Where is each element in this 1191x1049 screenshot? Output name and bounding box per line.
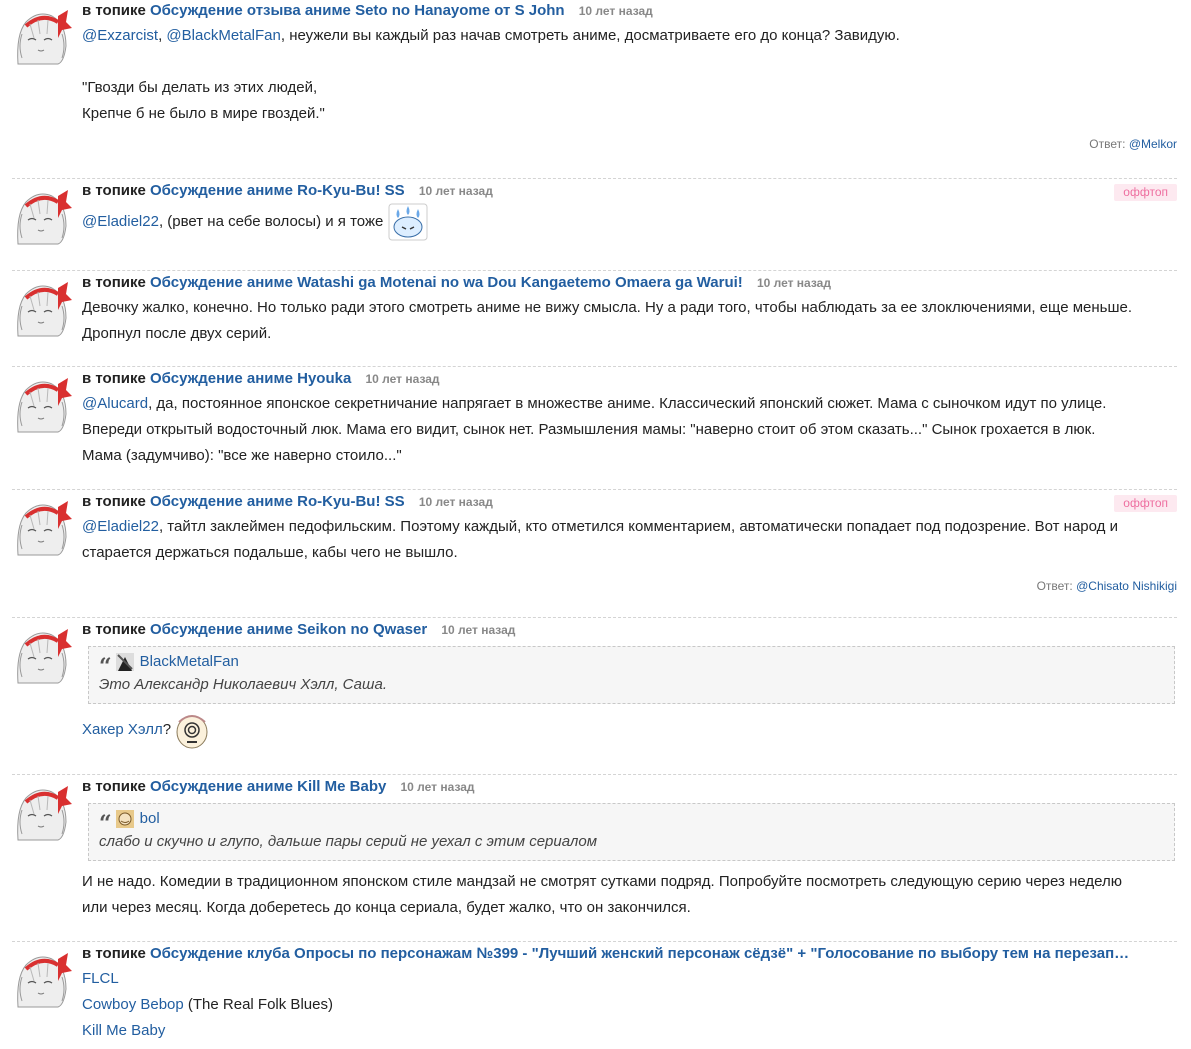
user-avatar[interactable] bbox=[12, 4, 74, 66]
comment-header: в топике Обсуждение аниме Hyouka 10 лет … bbox=[82, 370, 440, 387]
reply-to: Ответ: @Melkor bbox=[1089, 137, 1177, 151]
comment-text: @Exzarcist, @BlackMetalFan, неужели вы к… bbox=[82, 23, 1171, 127]
mention-link[interactable]: @Eladiel22 bbox=[82, 518, 159, 535]
reply-to: Ответ: @Chisato Nishikigi bbox=[1036, 579, 1177, 593]
comment-text: FLCL Cowboy Bebop (The Real Folk Blues) … bbox=[82, 970, 333, 1039]
user-avatar[interactable] bbox=[12, 947, 74, 1009]
crying-emoji-icon bbox=[388, 203, 427, 241]
comment-time: 10 лет назад bbox=[756, 276, 831, 290]
comment-time: 10 лет назад bbox=[365, 372, 440, 386]
comment-time: 10 лет назад bbox=[578, 4, 653, 18]
comment-time: 10 лет назад bbox=[441, 623, 516, 637]
topic-link[interactable]: Обсуждение отзыва аниме Seto no Hanayome… bbox=[150, 2, 565, 19]
comment-header: в топике Обсуждение аниме Ro-Kyu-Bu! SS … bbox=[82, 182, 493, 199]
topic-link[interactable]: Обсуждение аниме Seikon no Qwaser bbox=[150, 621, 427, 638]
quote-user-link[interactable]: bol bbox=[140, 808, 160, 830]
quote-mark-icon: “ bbox=[99, 811, 112, 837]
quote-text: слабо и скучно и глупо, дальше пары сери… bbox=[99, 833, 597, 850]
comment-text: И не надо. Комедии в традиционном японск… bbox=[82, 873, 1122, 916]
comment-time: 10 лет назад bbox=[400, 780, 475, 794]
comment-header: в топике Обсуждение аниме Watashi ga Mot… bbox=[82, 274, 831, 291]
comment-header: в топике Обсуждение клуба Опросы по перс… bbox=[82, 945, 1130, 962]
comment-header: в топике Обсуждение отзыва аниме Seto no… bbox=[82, 0, 1171, 22]
topic-link[interactable]: Обсуждение аниме Watashi ga Motenai no w… bbox=[150, 274, 743, 291]
topic-link[interactable]: Обсуждение клуба Опросы по персонажам №3… bbox=[150, 945, 1129, 962]
quote-text: Это Александр Николаевич Хэлл, Саша. bbox=[99, 676, 387, 693]
comment: в топике Обсуждение клуба Опросы по перс… bbox=[12, 943, 1177, 1049]
quote-mark-icon: “ bbox=[99, 654, 112, 680]
comment: оффтоп в топике Обсуждение аниме Ro-Kyu-… bbox=[12, 491, 1177, 618]
comment-header: в топике Обсуждение аниме Kill Me Baby 1… bbox=[82, 778, 475, 795]
comment-time: 10 лет назад bbox=[418, 495, 493, 509]
comment-feed: в топике Обсуждение отзыва аниме Seto no… bbox=[0, 0, 1191, 1049]
quote-block: “ BlackMetalFan Это Александр Николаевич… bbox=[88, 646, 1175, 704]
topic-link[interactable]: Обсуждение аниме Ro-Kyu-Bu! SS bbox=[150, 493, 405, 510]
topic-link[interactable]: Обсуждение аниме Ro-Kyu-Bu! SS bbox=[150, 182, 405, 199]
user-avatar[interactable] bbox=[12, 184, 74, 246]
comment-text: Хакер Хэлл? bbox=[82, 710, 1171, 750]
reply-user-link[interactable]: @Chisato Nishikigi bbox=[1076, 579, 1177, 593]
quote-user-link[interactable]: BlackMetalFan bbox=[140, 651, 239, 673]
comment: в топике Обсуждение аниме Watashi ga Mot… bbox=[12, 272, 1177, 367]
user-avatar[interactable] bbox=[12, 276, 74, 338]
poem-line: "Гвозди бы делать из этих людей, bbox=[82, 79, 318, 96]
anime-link[interactable]: Cowboy Bebop bbox=[82, 996, 184, 1013]
comment-header: в топике Обсуждение аниме Ro-Kyu-Bu! SS … bbox=[82, 493, 493, 510]
mention-link[interactable]: @Alucard bbox=[82, 395, 148, 412]
mention-link[interactable]: @BlackMetalFan bbox=[166, 27, 280, 44]
reply-user-link[interactable]: @Melkor bbox=[1129, 137, 1177, 151]
comment: в топике Обсуждение аниме Seikon no Qwas… bbox=[12, 619, 1177, 775]
comment-text: @Alucard, да, постоянное японское секрет… bbox=[82, 395, 1107, 464]
topic-link[interactable]: Обсуждение аниме Hyouka bbox=[150, 370, 351, 387]
user-avatar[interactable] bbox=[12, 495, 74, 557]
inline-link[interactable]: Хакер Хэлл bbox=[82, 721, 163, 738]
quote-user-avatar[interactable] bbox=[115, 810, 134, 828]
topic-link[interactable]: Обсуждение аниме Kill Me Baby bbox=[150, 778, 386, 795]
comment-header: в топике Обсуждение аниме Seikon no Qwas… bbox=[82, 621, 516, 638]
in-topic-label: в топике bbox=[82, 2, 146, 19]
anime-link[interactable]: Kill Me Baby bbox=[82, 1022, 165, 1039]
mention-link[interactable]: @Exzarcist bbox=[82, 27, 158, 44]
anime-link[interactable]: FLCL bbox=[82, 970, 119, 987]
dizzy-emoji-icon bbox=[176, 715, 208, 749]
comment: в топике Обсуждение аниме Hyouka 10 лет … bbox=[12, 368, 1177, 490]
quote-user-avatar[interactable] bbox=[115, 653, 134, 671]
mention-link[interactable]: @Eladiel22 bbox=[82, 213, 159, 230]
user-avatar[interactable] bbox=[12, 623, 74, 685]
comment-time: 10 лет назад bbox=[418, 184, 493, 198]
comment: в топике Обсуждение аниме Kill Me Baby 1… bbox=[12, 776, 1177, 942]
user-avatar[interactable] bbox=[12, 780, 74, 842]
comment: оффтоп в топике Обсуждение аниме Ro-Kyu-… bbox=[12, 180, 1177, 271]
user-avatar[interactable] bbox=[12, 372, 74, 434]
quote-block: “ bol слабо и скучно и глупо, дальше пар… bbox=[88, 803, 1175, 861]
comment: в топике Обсуждение отзыва аниме Seto no… bbox=[12, 0, 1177, 179]
comment-text: Девочку жалко, конечно. Но только ради э… bbox=[82, 299, 1132, 342]
comment-text: @Eladiel22, тайтл заклеймен педофильским… bbox=[82, 518, 1118, 561]
comment-text: @Eladiel22, (рвет на себе волосы) и я то… bbox=[82, 203, 1171, 241]
poem-line: Крепче б не было в мире гвоздей." bbox=[82, 105, 325, 122]
